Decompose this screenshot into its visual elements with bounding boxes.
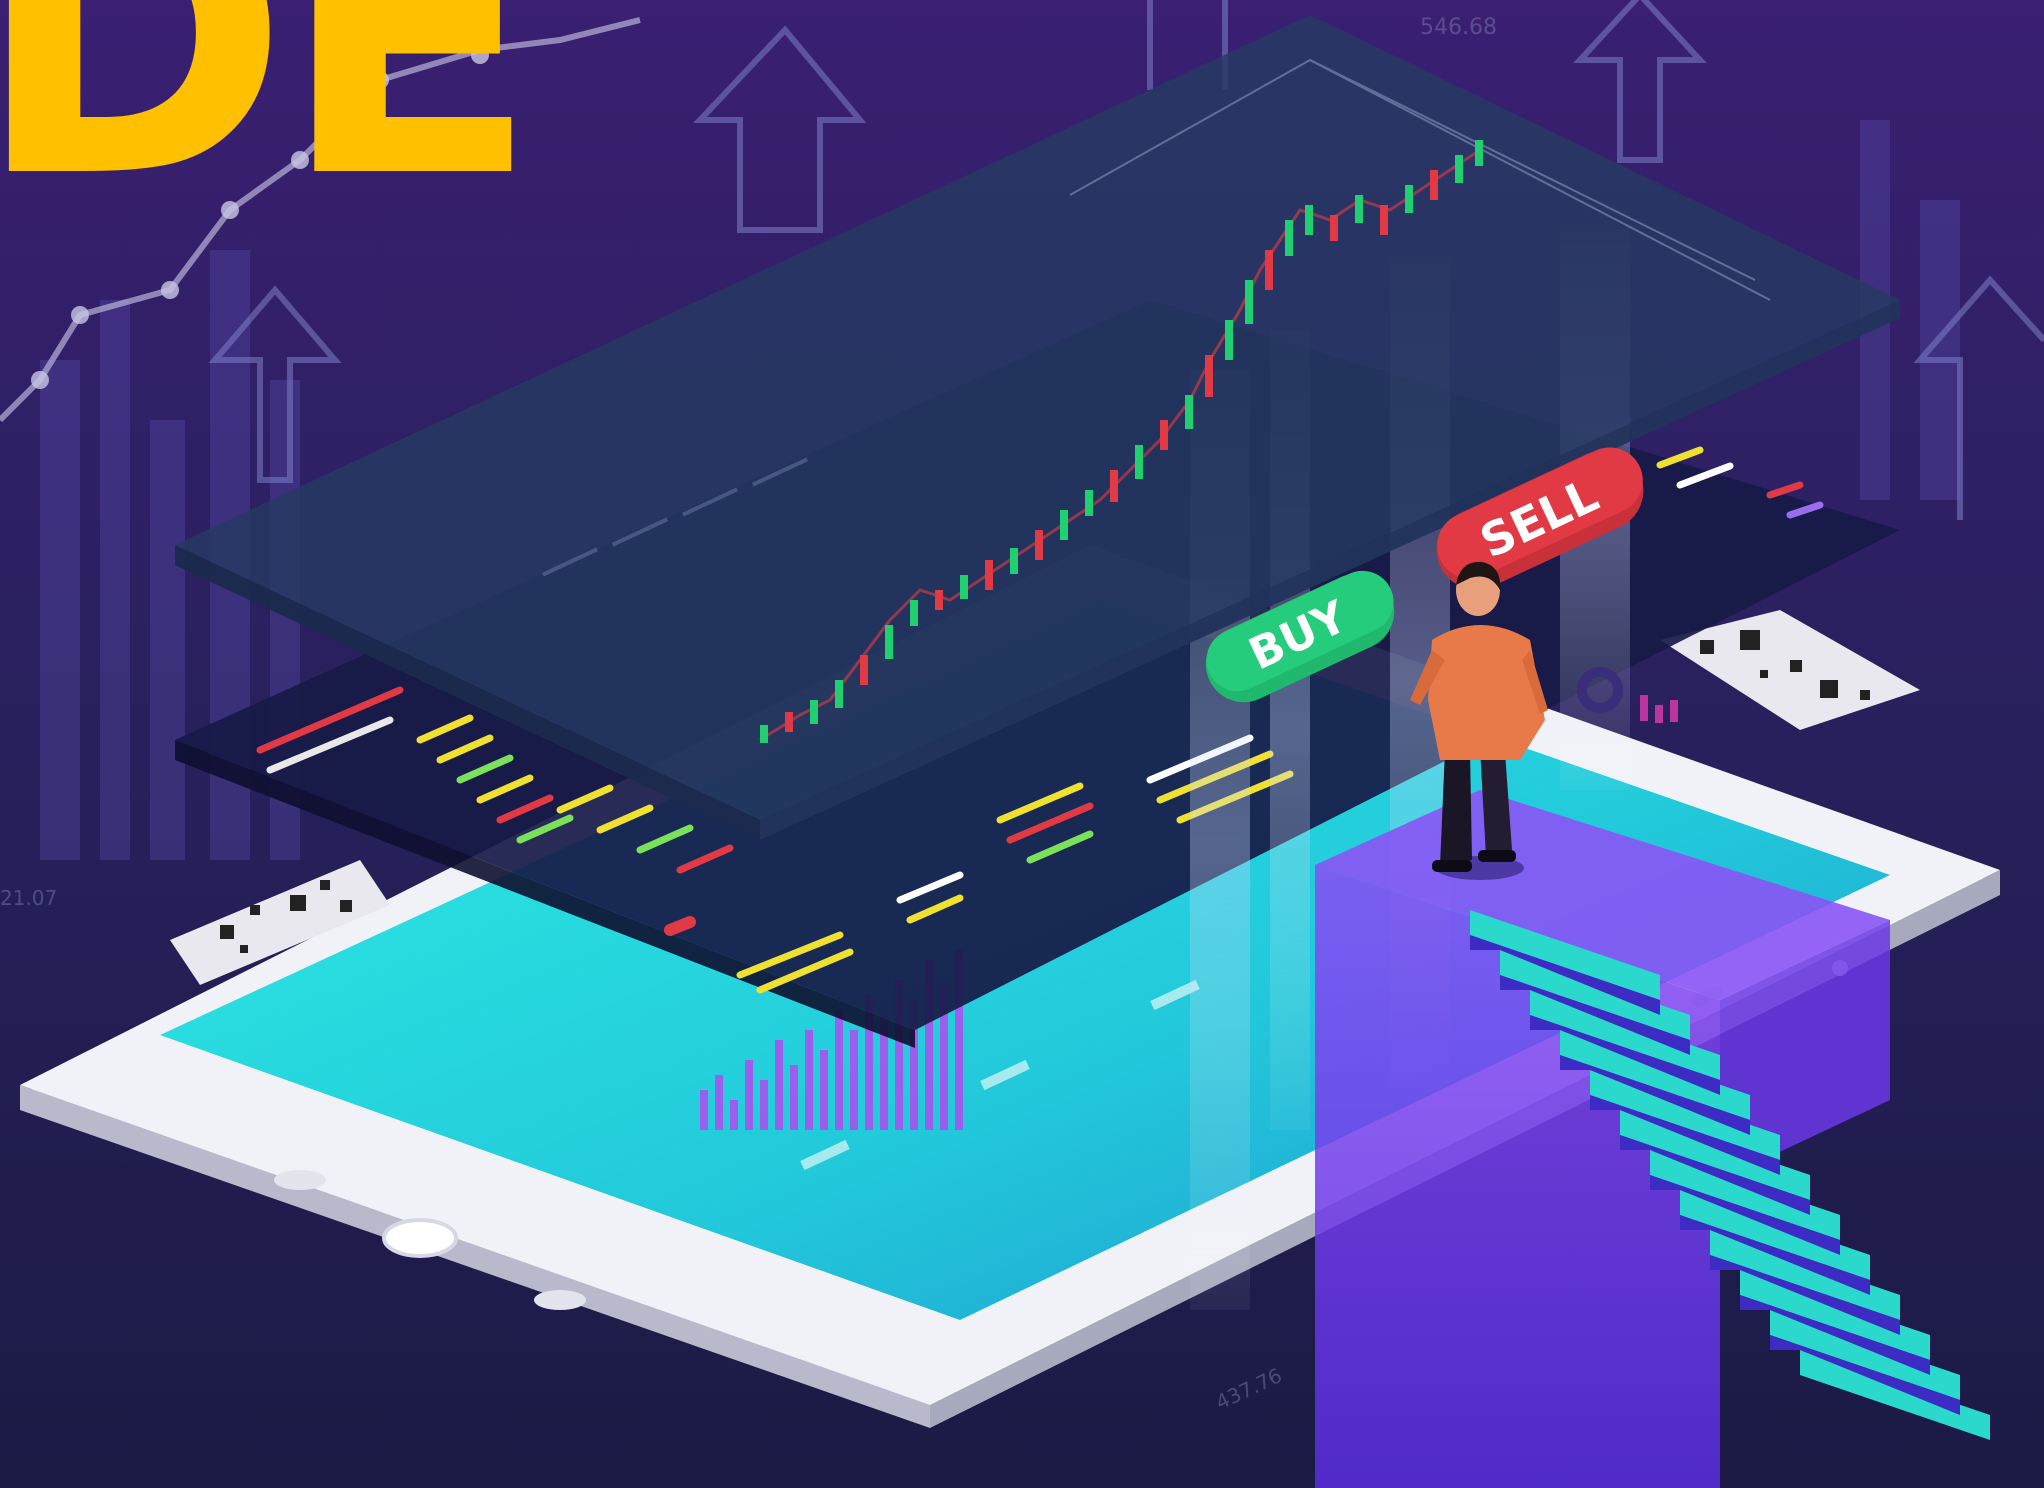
illustration-canvas: 546.68 21.07 BUY SELL 437.76 DE	[0, 0, 2044, 1488]
headline-text: DE	[0, 0, 539, 261]
bg-value-left: 21.07	[0, 886, 57, 910]
bg-value-top: 546.68	[1420, 15, 1497, 40]
